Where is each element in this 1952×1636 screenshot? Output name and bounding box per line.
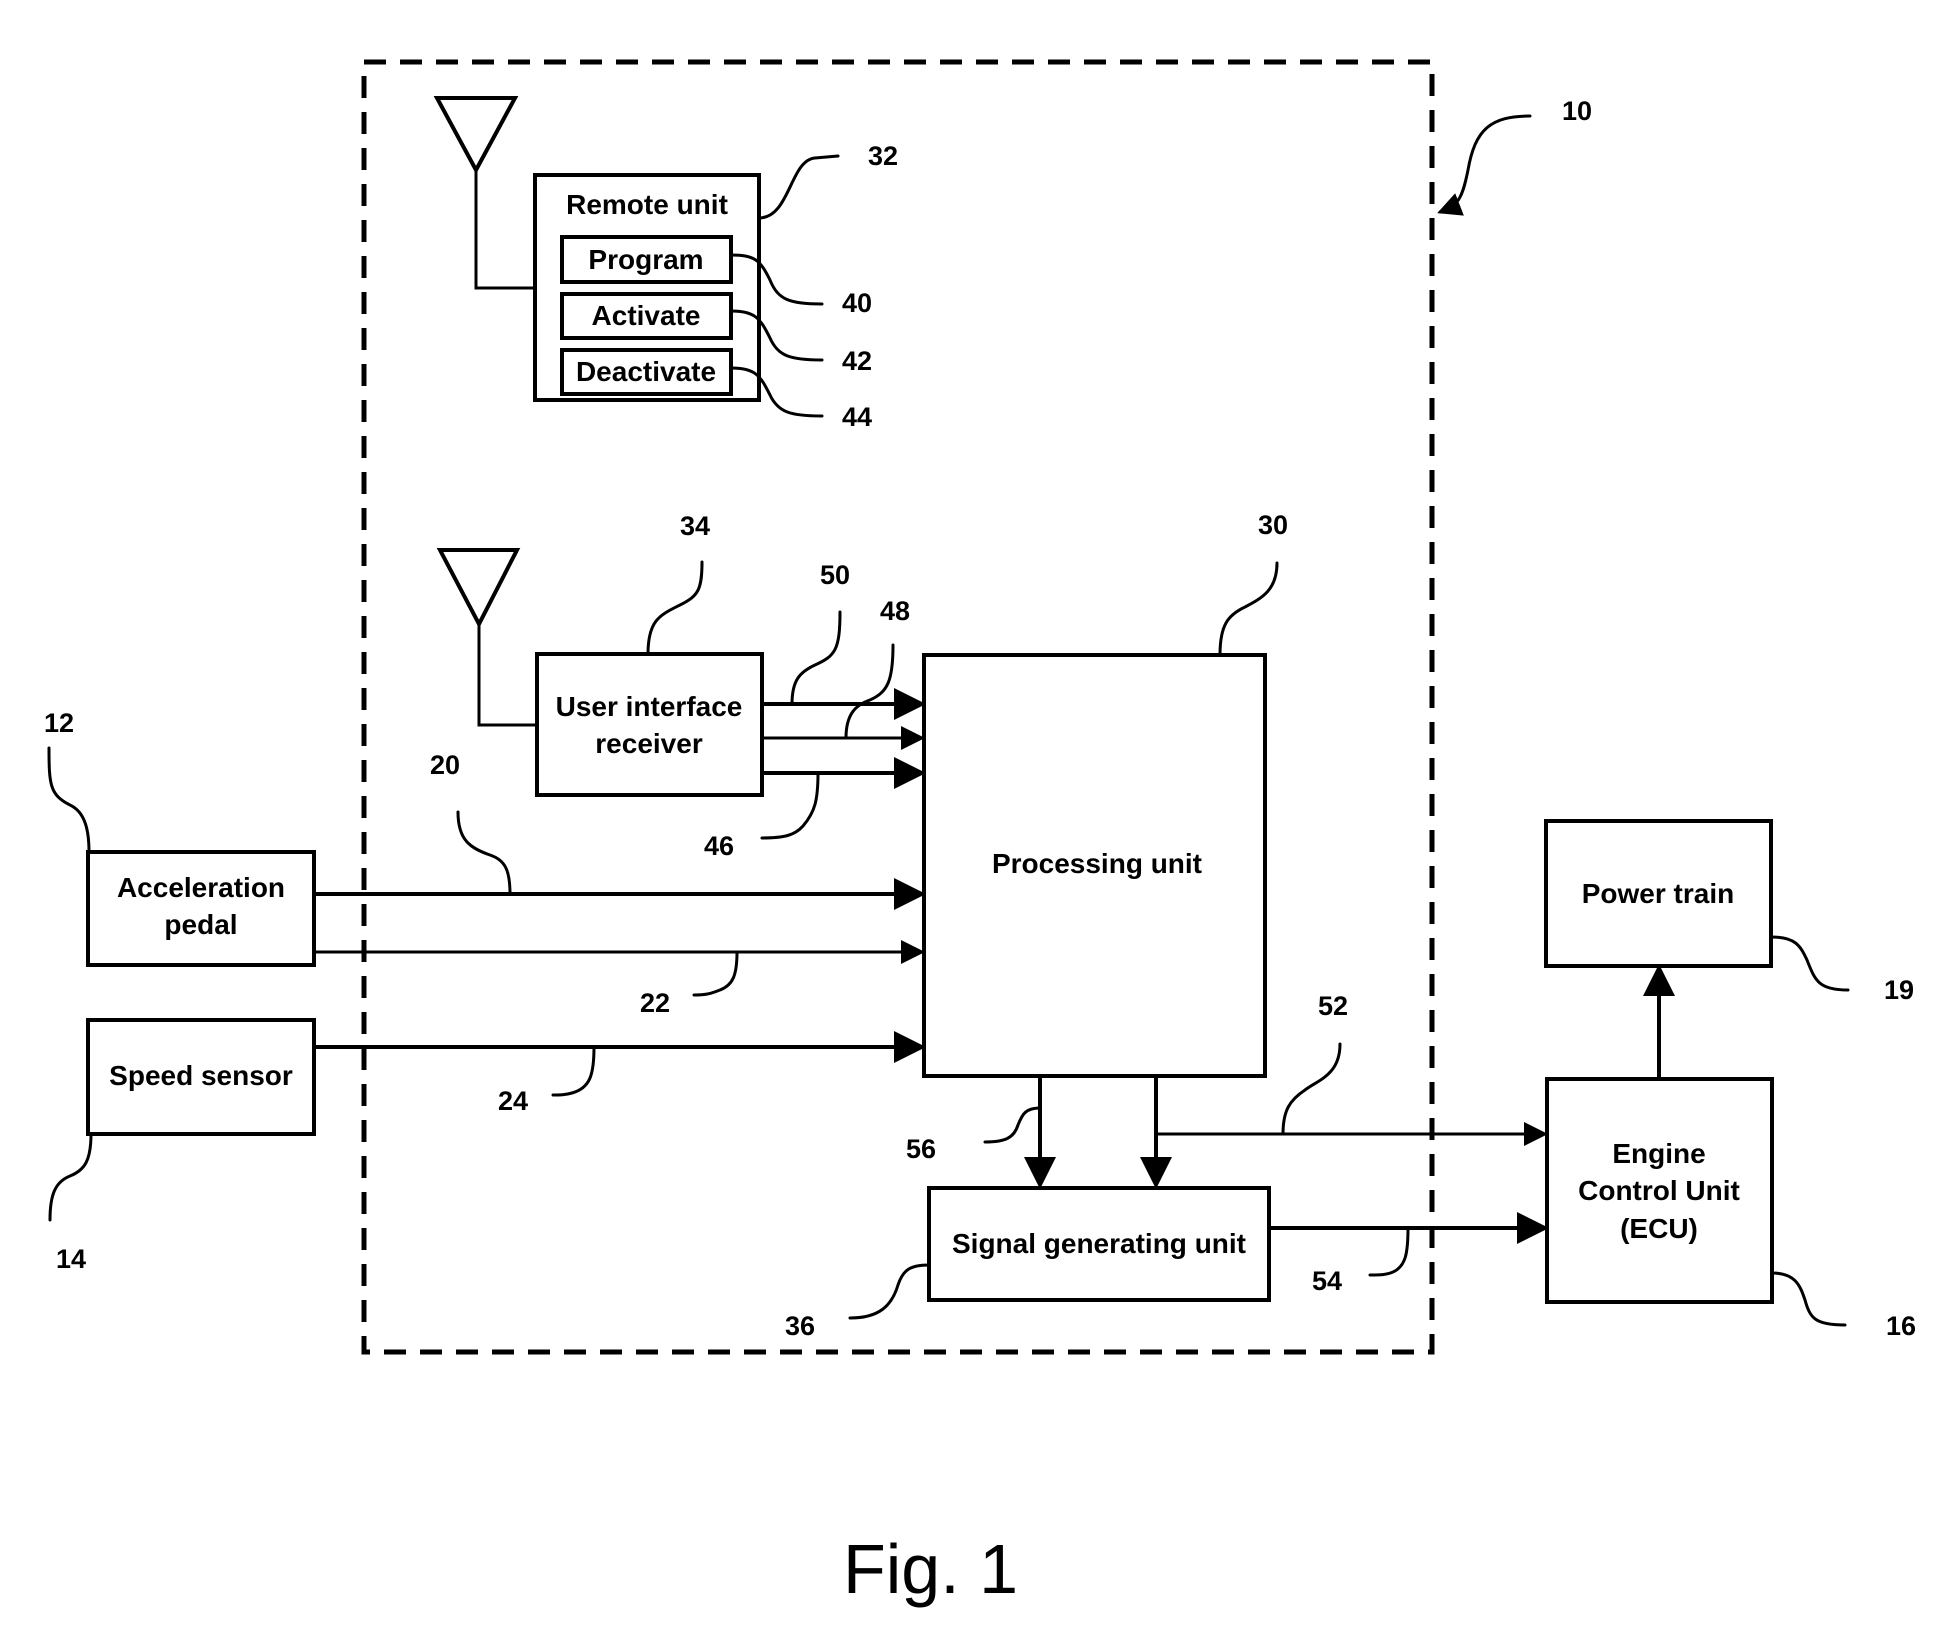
system-boundary [361, 59, 1435, 1355]
signal-54-leader [1368, 1226, 1410, 1277]
acceleration-pedal-ref: 12 [44, 708, 74, 738]
activate-ref: 42 [842, 346, 872, 376]
block-diagram: 10 Remote unit 32 Program 40 Activate 42… [44, 59, 1916, 1608]
signal-54-ref: 54 [1312, 1266, 1342, 1296]
processing-unit-leader [1218, 561, 1279, 657]
ui-receiver-ref: 34 [680, 511, 710, 541]
signal-52-ref: 52 [1318, 991, 1348, 1021]
signal-50-leader [790, 610, 842, 706]
signal-20-leader [456, 810, 512, 896]
deactivate-button[interactable]: Deactivate [560, 348, 733, 396]
receiver-antenna-icon [436, 548, 537, 727]
remote-unit-ref: 32 [868, 141, 898, 171]
speed-sensor-label: Speed sensor [109, 1060, 293, 1091]
signal-generating-unit-leader [848, 1263, 931, 1320]
power-train-leader [1769, 935, 1850, 992]
system-ref-leader [1437, 114, 1532, 216]
signal-20-ref: 20 [430, 750, 460, 780]
program-label: Program [588, 244, 703, 275]
signal-56-ref: 56 [906, 1134, 936, 1164]
signal-generating-unit-ref: 36 [785, 1311, 815, 1341]
ui-receiver-leader [646, 560, 704, 656]
signal-24-ref: 24 [498, 1086, 528, 1116]
ecu-label-line1: Engine [1612, 1138, 1705, 1169]
speed-sensor-block: Speed sensor [86, 1018, 316, 1136]
processing-unit-ref: 30 [1258, 510, 1288, 540]
signal-48-leader [844, 643, 895, 740]
signal-48-ref: 48 [880, 596, 910, 626]
power-train-ref: 19 [1884, 975, 1914, 1005]
remote-unit-leader [757, 154, 840, 220]
signal-46-ref: 46 [704, 831, 734, 861]
acceleration-pedal-leader [47, 746, 91, 854]
ecu-ref: 16 [1886, 1311, 1916, 1341]
ecu-leader [1770, 1271, 1847, 1327]
signal-generating-unit-label: Signal generating unit [952, 1228, 1246, 1259]
power-train-label: Power train [1582, 878, 1734, 909]
acceleration-pedal-label-line1: Acceleration [117, 872, 285, 903]
ecu-block: Engine Control Unit (ECU) [1545, 1077, 1774, 1304]
signal-56-leader [983, 1106, 1042, 1144]
power-train-block: Power train [1544, 819, 1773, 968]
ui-receiver-label-line1: User interface [556, 691, 743, 722]
signal-22-leader [692, 950, 739, 997]
signal-22-ref: 22 [640, 988, 670, 1018]
ecu-label-line3: (ECU) [1620, 1213, 1698, 1244]
signal-52-leader [1281, 1042, 1342, 1136]
signal-generating-unit-block: Signal generating unit [927, 1186, 1271, 1302]
activate-label: Activate [592, 300, 701, 331]
signal-50-ref: 50 [820, 560, 850, 590]
system-ref-label: 10 [1562, 96, 1592, 126]
activate-button[interactable]: Activate [560, 292, 733, 340]
deactivate-ref: 44 [842, 402, 872, 432]
ui-receiver-label-line2: receiver [595, 728, 703, 759]
speed-sensor-ref: 14 [56, 1244, 86, 1274]
ecu-label-line2: Control Unit [1578, 1175, 1740, 1206]
figure-caption: Fig. 1 [843, 1530, 1018, 1608]
remote-antenna-icon [433, 96, 535, 290]
acceleration-pedal-label-line2: pedal [164, 909, 237, 940]
remote-unit-label: Remote unit [566, 189, 728, 220]
signal-24-leader [551, 1045, 596, 1097]
processing-unit-label: Processing unit [992, 848, 1202, 879]
acceleration-pedal-block: Acceleration pedal [86, 850, 316, 967]
deactivate-label: Deactivate [576, 356, 716, 387]
ui-receiver-block: User interface receiver [535, 652, 764, 797]
program-button[interactable]: Program [560, 235, 733, 284]
processing-unit-block: Processing unit [922, 653, 1267, 1078]
signal-46-leader [760, 771, 820, 840]
speed-sensor-leader [48, 1132, 93, 1222]
program-ref: 40 [842, 288, 872, 318]
